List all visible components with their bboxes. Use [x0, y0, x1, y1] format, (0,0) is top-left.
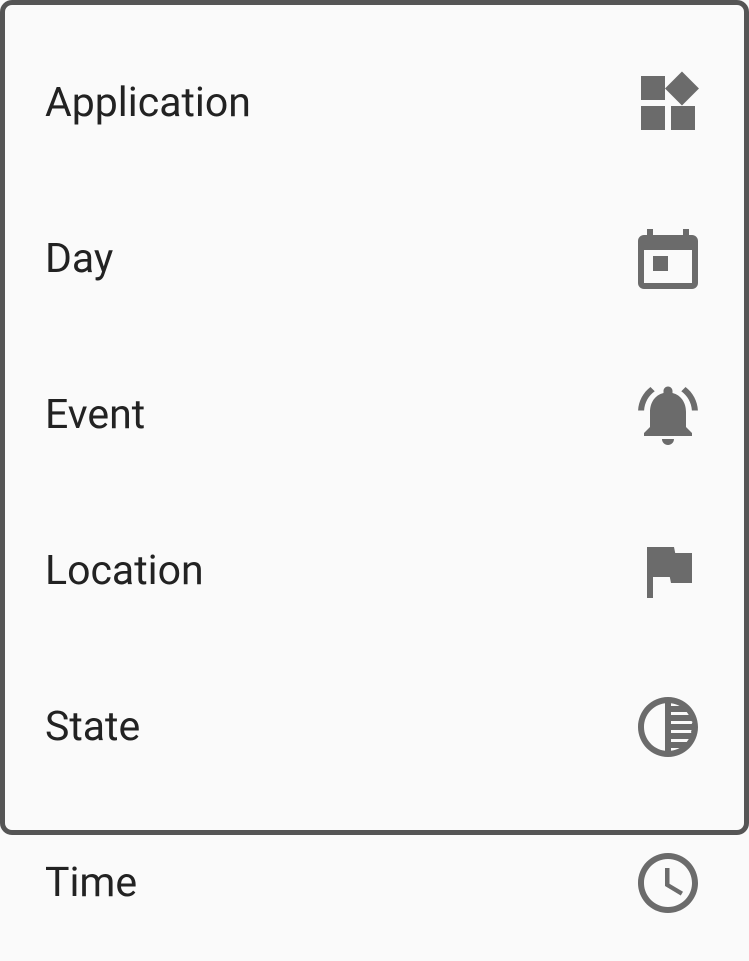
menu-item-application[interactable]: Application	[35, 25, 714, 181]
flag-icon	[632, 535, 704, 607]
widgets-icon	[632, 67, 704, 139]
menu-item-time[interactable]: Time	[35, 805, 714, 961]
menu-item-location[interactable]: Location	[35, 493, 714, 649]
menu-item-event[interactable]: Event	[35, 337, 714, 493]
menu-item-label: Location	[45, 547, 204, 595]
tonality-icon	[632, 691, 704, 763]
menu-item-day[interactable]: Day	[35, 181, 714, 337]
menu-item-label: State	[45, 703, 140, 751]
clock-icon	[632, 847, 704, 919]
menu-item-label: Day	[45, 235, 113, 283]
menu-item-label: Application	[45, 79, 251, 127]
menu-item-label: Event	[45, 391, 145, 439]
bell-icon	[632, 379, 704, 451]
menu-item-label: Time	[45, 859, 137, 907]
calendar-icon	[632, 223, 704, 295]
menu-item-state[interactable]: State	[35, 649, 714, 805]
menu-list: Application Day Event Location State Tim…	[0, 0, 749, 835]
